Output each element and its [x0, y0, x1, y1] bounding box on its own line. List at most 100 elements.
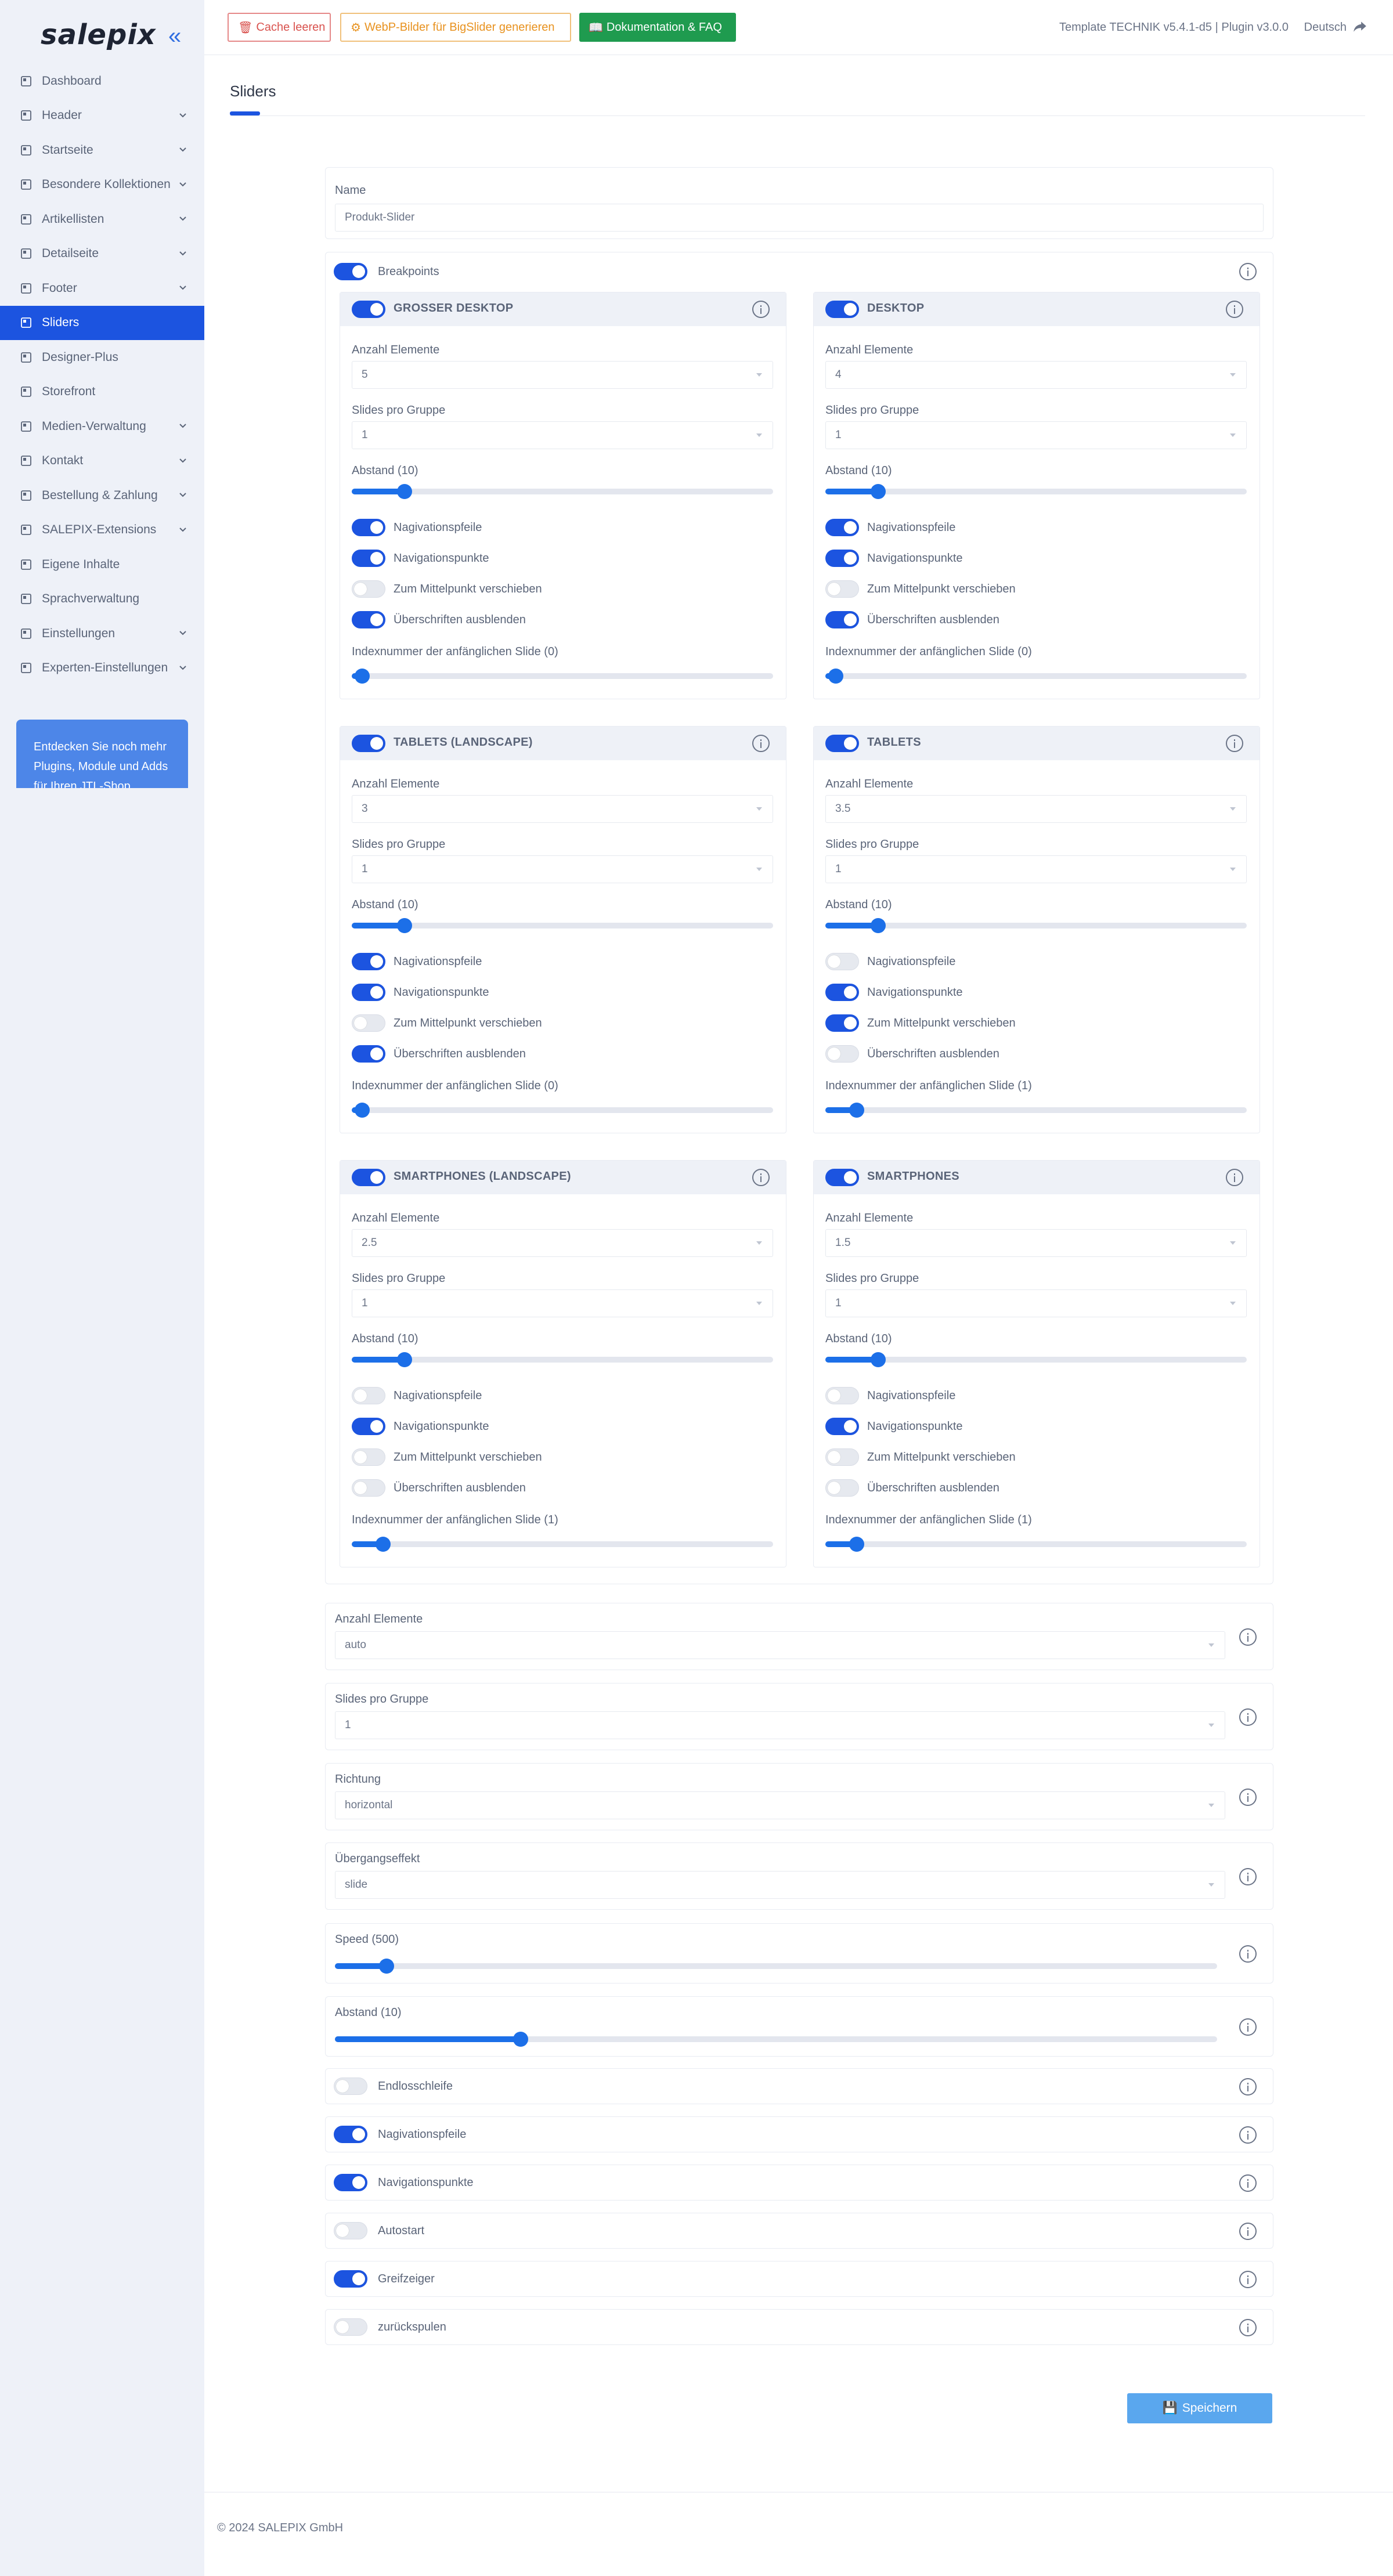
- slider-thumb[interactable]: [396, 918, 412, 933]
- gap-slider[interactable]: [352, 484, 773, 499]
- setting-toggle[interactable]: [334, 2270, 367, 2288]
- info-icon[interactable]: [1239, 2126, 1257, 2144]
- hide-headings-toggle[interactable]: [352, 1045, 385, 1063]
- slider-thumb[interactable]: [513, 2032, 528, 2047]
- info-icon[interactable]: [752, 301, 770, 318]
- arrows-toggle[interactable]: [825, 953, 859, 970]
- info-icon[interactable]: [1226, 735, 1243, 752]
- gap-slider[interactable]: [335, 2032, 1217, 2047]
- per-group-select[interactable]: 1: [825, 1289, 1247, 1317]
- per-group-select[interactable]: 1: [825, 855, 1247, 883]
- info-icon[interactable]: [1226, 301, 1243, 318]
- sidebar-item-salepix-extensions[interactable]: SALEPIX-Extensions: [0, 513, 204, 548]
- count-select[interactable]: auto: [335, 1631, 1225, 1659]
- arrows-toggle[interactable]: [825, 519, 859, 536]
- sidebar-item-dashboard[interactable]: Dashboard: [0, 64, 204, 99]
- hide-headings-toggle[interactable]: [825, 611, 859, 628]
- documentation-button[interactable]: 📖 Dokumentation & FAQ: [579, 13, 736, 42]
- slider-thumb[interactable]: [376, 1537, 391, 1552]
- slider-thumb[interactable]: [396, 484, 412, 499]
- breakpoint-enable-toggle[interactable]: [352, 735, 385, 752]
- info-icon[interactable]: [1239, 263, 1257, 280]
- slider-thumb[interactable]: [870, 484, 886, 499]
- info-icon[interactable]: [1239, 1789, 1257, 1806]
- per-group-select[interactable]: 1: [352, 421, 773, 449]
- sidebar-item-artikellisten[interactable]: Artikellisten: [0, 202, 204, 237]
- sidebar-item-eigene-inhalte[interactable]: Eigene Inhalte: [0, 547, 204, 582]
- sidebar-item-header[interactable]: Header: [0, 99, 204, 133]
- sidebar-item-sliders[interactable]: Sliders: [0, 305, 204, 340]
- info-icon[interactable]: [1239, 1945, 1257, 1963]
- slider-thumb[interactable]: [828, 669, 844, 684]
- count-select[interactable]: 2.5: [352, 1229, 773, 1257]
- center-toggle[interactable]: [352, 1014, 385, 1032]
- sidebar-item-kontakt[interactable]: Kontakt: [0, 444, 204, 479]
- sidebar-item-detailseite[interactable]: Detailseite: [0, 237, 204, 272]
- start-index-slider[interactable]: [825, 1103, 1247, 1118]
- setting-toggle[interactable]: [334, 2078, 367, 2095]
- center-toggle[interactable]: [825, 1014, 859, 1032]
- info-icon[interactable]: [1239, 1628, 1257, 1646]
- per-group-select[interactable]: 1: [352, 1289, 773, 1317]
- info-icon[interactable]: [1239, 2223, 1257, 2240]
- arrows-toggle[interactable]: [352, 953, 385, 970]
- sidebar-item-footer[interactable]: Footer: [0, 271, 204, 306]
- slider-thumb[interactable]: [355, 1103, 370, 1118]
- slider-thumb[interactable]: [849, 1537, 865, 1552]
- salepix-logo[interactable]: salepix: [41, 19, 156, 51]
- dots-toggle[interactable]: [825, 984, 859, 1001]
- start-index-slider[interactable]: [352, 669, 773, 684]
- hide-headings-toggle[interactable]: [825, 1045, 859, 1063]
- slider-thumb[interactable]: [849, 1103, 865, 1118]
- share-icon[interactable]: [1352, 19, 1367, 34]
- sidebar-item-besondere-kollektionen[interactable]: Besondere Kollektionen: [0, 168, 204, 203]
- sidebar-item-sprachverwaltung[interactable]: Sprachverwaltung: [0, 582, 204, 617]
- breakpoint-enable-toggle[interactable]: [825, 301, 859, 318]
- start-index-slider[interactable]: [825, 669, 1247, 684]
- gap-slider[interactable]: [352, 918, 773, 933]
- sidebar-item-einstellungen[interactable]: Einstellungen: [0, 616, 204, 651]
- per-group-select[interactable]: 1: [825, 421, 1247, 449]
- setting-toggle[interactable]: [334, 2126, 367, 2143]
- info-icon[interactable]: [752, 1169, 770, 1186]
- hide-headings-toggle[interactable]: [352, 1479, 385, 1497]
- sidebar-item-bestellung-zahlung[interactable]: Bestellung & Zahlung: [0, 478, 204, 513]
- info-icon[interactable]: [1239, 2174, 1257, 2192]
- dots-toggle[interactable]: [352, 550, 385, 567]
- slider-thumb[interactable]: [379, 1959, 395, 1974]
- dots-toggle[interactable]: [352, 1418, 385, 1435]
- speed-slider[interactable]: [335, 1959, 1217, 1974]
- dots-toggle[interactable]: [825, 1418, 859, 1435]
- save-button[interactable]: 💾 Speichern: [1127, 2393, 1272, 2423]
- hide-headings-toggle[interactable]: [825, 1479, 859, 1497]
- arrows-toggle[interactable]: [825, 1387, 859, 1404]
- setting-toggle[interactable]: [334, 2318, 367, 2336]
- per-group-select[interactable]: 1: [352, 855, 773, 883]
- gap-slider[interactable]: [825, 484, 1247, 499]
- per-group-select[interactable]: 1: [335, 1711, 1225, 1739]
- slider-thumb[interactable]: [355, 669, 370, 684]
- sidebar-item-designer-plus[interactable]: Designer-Plus: [0, 340, 204, 375]
- collapse-sidebar-icon[interactable]: «: [168, 24, 181, 48]
- sidebar-item-startseite[interactable]: Startseite: [0, 133, 204, 168]
- webp-generate-button[interactable]: ⚙ WebP-Bilder für BigSlider generieren: [340, 13, 571, 42]
- info-icon[interactable]: [1239, 2271, 1257, 2288]
- info-icon[interactable]: [752, 735, 770, 752]
- info-icon[interactable]: [1226, 1169, 1243, 1186]
- arrows-toggle[interactable]: [352, 519, 385, 536]
- breakpoint-enable-toggle[interactable]: [352, 1169, 385, 1186]
- sidebar-item-medien-verwaltung[interactable]: Medien-Verwaltung: [0, 409, 204, 444]
- direction-select[interactable]: horizontal: [335, 1791, 1225, 1819]
- slider-thumb[interactable]: [870, 1352, 886, 1367]
- hide-headings-toggle[interactable]: [352, 611, 385, 628]
- center-toggle[interactable]: [825, 1448, 859, 1466]
- dots-toggle[interactable]: [825, 550, 859, 567]
- breakpoint-enable-toggle[interactable]: [825, 1169, 859, 1186]
- promo-box[interactable]: Entdecken Sie noch mehr Plugins, Module …: [16, 720, 188, 788]
- name-input[interactable]: Produkt-Slider: [335, 204, 1264, 232]
- breakpoint-enable-toggle[interactable]: [352, 301, 385, 318]
- gap-slider[interactable]: [825, 1352, 1247, 1367]
- sidebar-item-experten-einstellungen[interactable]: Experten-Einstellungen: [0, 651, 204, 686]
- center-toggle[interactable]: [352, 580, 385, 598]
- info-icon[interactable]: [1239, 2319, 1257, 2336]
